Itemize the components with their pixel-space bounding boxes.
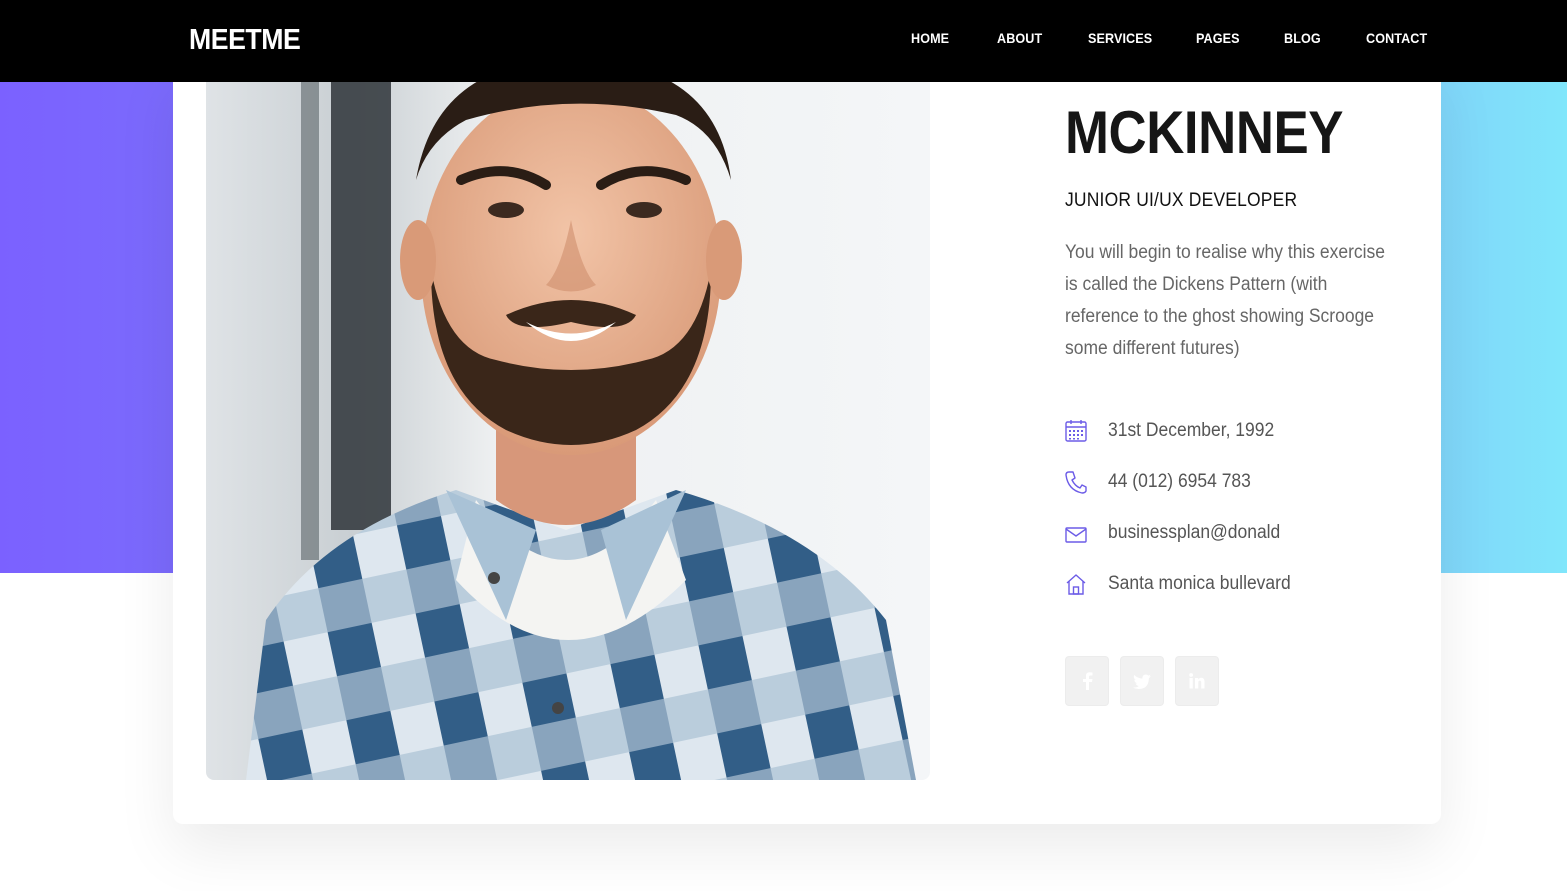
- nav-item-contact[interactable]: CONTACT: [1366, 30, 1427, 46]
- info-address-text: Santa monica bullevard: [1108, 573, 1291, 594]
- home-icon: [1065, 572, 1087, 596]
- facebook-button[interactable]: [1065, 656, 1109, 706]
- profile-card: MCKINNEY JUNIOR UI/UX DEVELOPER You will…: [173, 60, 1441, 824]
- linkedin-icon: [1189, 673, 1205, 689]
- nav-item-services[interactable]: SERVICES: [1088, 30, 1152, 46]
- profile-photo: [206, 60, 930, 780]
- navbar: MEETME HOME ABOUT SERVICES PAGES BLOG CO…: [0, 0, 1567, 82]
- twitter-icon: [1133, 674, 1151, 689]
- calendar-icon: [1065, 419, 1087, 443]
- nav-item-blog[interactable]: BLOG: [1284, 30, 1321, 46]
- profile-name: MCKINNEY: [1065, 99, 1344, 166]
- main-nav: HOME ABOUT SERVICES PAGES BLOG CONTACT: [0, 30, 1567, 50]
- nav-item-about[interactable]: ABOUT: [997, 30, 1042, 46]
- phone-icon: [1065, 470, 1087, 494]
- nav-item-pages[interactable]: PAGES: [1196, 30, 1240, 46]
- mail-icon: [1065, 521, 1087, 545]
- info-email-text[interactable]: businessplan@donald: [1108, 522, 1280, 544]
- facebook-icon: [1081, 672, 1093, 690]
- nav-item-home[interactable]: HOME: [911, 30, 949, 46]
- linkedin-button[interactable]: [1175, 656, 1219, 706]
- info-phone-text[interactable]: 44 (012) 6954 783: [1108, 471, 1251, 493]
- profile-role: JUNIOR UI/UX DEVELOPER: [1065, 190, 1298, 211]
- profile-bio: You will begin to realise why this exerc…: [1065, 242, 1385, 359]
- info-birthday-text: 31st December, 1992: [1108, 420, 1275, 441]
- twitter-button[interactable]: [1120, 656, 1164, 706]
